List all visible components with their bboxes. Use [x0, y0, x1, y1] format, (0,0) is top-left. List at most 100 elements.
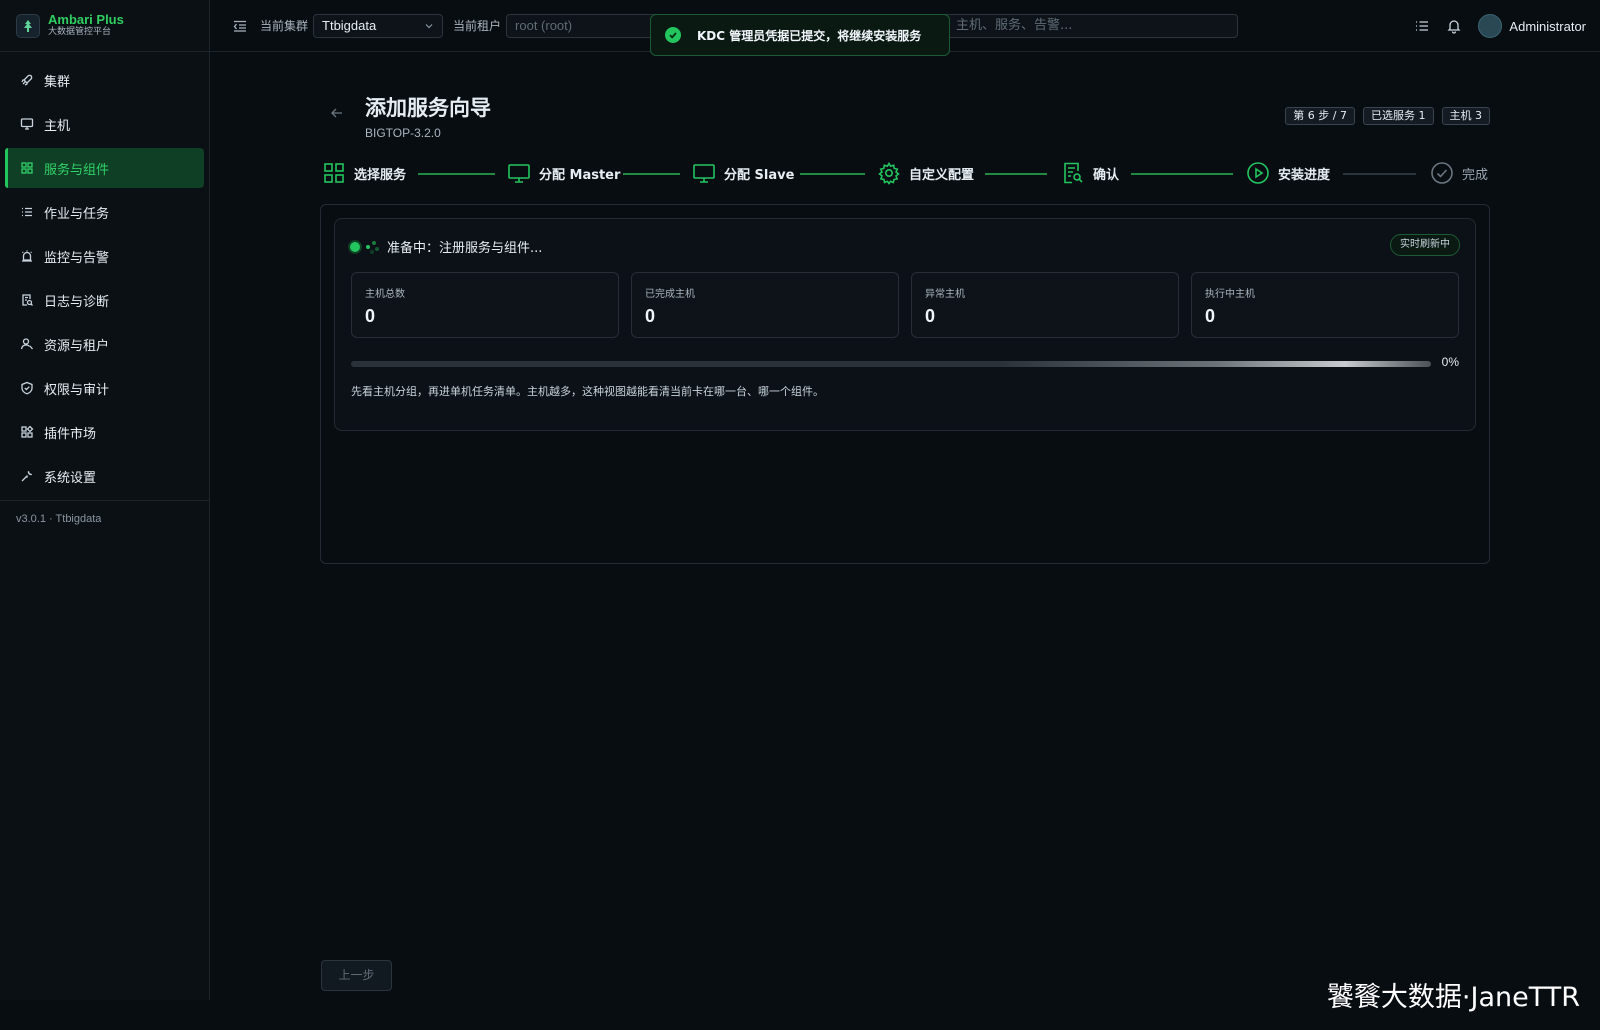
- step-connector: [418, 173, 495, 175]
- step-assign-master[interactable]: 分配 Master: [507, 158, 620, 188]
- sidebar-item-tenants[interactable]: 资源与租户: [5, 324, 204, 364]
- sidebar-item-label: 系统设置: [44, 470, 97, 486]
- step-label: 完成: [1462, 167, 1489, 183]
- sidebar: Ambari Plus 大数据管控平台 集群 主机 服务与组件 作业与任务 监控…: [0, 0, 210, 1000]
- step-label: 确认: [1093, 167, 1120, 183]
- main-content: 添加服务向导 BIGTOP-3.2.0 第 6 步 / 7 已选服务 1 主机 …: [320, 52, 1490, 564]
- install-panel: 准备中：注册服务与组件... 实时刷新中 主机总数 0 已完成主机 0 异常主机…: [320, 204, 1490, 564]
- sidebar-item-audit[interactable]: 权限与审计: [5, 368, 204, 408]
- chevron-down-icon: [424, 21, 434, 31]
- status-row: 准备中：注册服务与组件...: [350, 237, 542, 256]
- prev-step-button[interactable]: 上一步: [321, 960, 392, 991]
- stat-value: 0: [365, 306, 376, 326]
- status-dot-icon: [350, 241, 360, 252]
- rocket-icon: [20, 73, 34, 87]
- cluster-select-value: Ttbigdata: [322, 18, 377, 33]
- alarm-icon: [20, 249, 34, 263]
- sidebar-item-jobs[interactable]: 作业与任务: [5, 192, 204, 232]
- step-label: 选择服务: [354, 167, 407, 183]
- doc-search-icon: [1061, 161, 1085, 185]
- live-refresh-badge: 实时刷新中: [1390, 234, 1460, 256]
- stat-value: 0: [645, 306, 656, 326]
- monitor-icon: [507, 161, 531, 185]
- step-connector: [800, 173, 865, 175]
- step-label: 分配 Slave: [724, 167, 795, 183]
- shield-check-icon: [20, 381, 34, 395]
- status-text: 准备中：注册服务与组件...: [387, 241, 543, 256]
- step-confirm[interactable]: 确认: [1061, 158, 1119, 188]
- progress-hint: 先看主机分组，再进单机任务清单。主机越多，这种视图越能看清当前卡在哪一台、哪一个…: [351, 385, 824, 398]
- stat-total-hosts: 主机总数 0: [351, 272, 619, 338]
- step-label: 自定义配置: [909, 167, 975, 183]
- step-select-services[interactable]: 选择服务: [322, 158, 406, 188]
- page-title: 添加服务向导: [365, 96, 491, 120]
- stat-value: 0: [1205, 306, 1216, 326]
- back-arrow-icon[interactable]: [330, 106, 344, 120]
- stat-value: 0: [925, 306, 936, 326]
- step-connector: [1131, 173, 1233, 175]
- step-count-badge: 第 6 步 / 7: [1285, 107, 1355, 125]
- brand-name: Ambari Plus: [48, 12, 124, 27]
- brand[interactable]: Ambari Plus 大数据管控平台: [0, 0, 209, 52]
- task-list-icon[interactable]: [1414, 18, 1430, 34]
- cluster-label: 当前集群: [260, 19, 309, 33]
- bell-icon[interactable]: [1446, 18, 1462, 34]
- grid-icon: [322, 161, 346, 185]
- sidebar-item-cluster[interactable]: 集群: [5, 60, 204, 100]
- check-circle-icon: [1430, 161, 1454, 185]
- step-custom-config[interactable]: 自定义配置: [877, 158, 974, 188]
- sidebar-item-monitoring[interactable]: 监控与告警: [5, 236, 204, 276]
- page-badges: 第 6 步 / 7 已选服务 1 主机 3: [1277, 107, 1490, 125]
- check-circle-icon: [665, 27, 681, 43]
- sidebar-item-label: 主机: [44, 118, 71, 134]
- sidebar-item-label: 日志与诊断: [44, 294, 110, 310]
- stat-label: 主机总数: [365, 289, 405, 300]
- progress-bar: [351, 361, 1431, 367]
- cluster-select[interactable]: Ttbigdata: [313, 13, 444, 38]
- step-install-progress[interactable]: 安装进度: [1246, 158, 1330, 188]
- monitor-icon: [20, 117, 34, 131]
- watermark: 饕餮大数据·JaneTTR: [1326, 982, 1580, 1013]
- spinner-icon: [365, 240, 381, 254]
- step-complete: 完成: [1430, 158, 1488, 188]
- avatar[interactable]: [1478, 14, 1503, 38]
- brand-logo: [16, 13, 40, 38]
- menu-collapse-icon[interactable]: [232, 18, 248, 34]
- sidebar-item-plugins[interactable]: 插件市场: [5, 412, 204, 452]
- step-connector: [1343, 173, 1416, 175]
- page-subtitle: BIGTOP-3.2.0: [365, 126, 441, 140]
- tenant-label: 当前租户: [453, 19, 502, 33]
- users-icon: [20, 337, 34, 351]
- sidebar-item-hosts[interactable]: 主机: [5, 104, 204, 144]
- step-assign-slave[interactable]: 分配 Slave: [692, 158, 794, 188]
- sidebar-item-label: 服务与组件: [44, 162, 110, 178]
- version-footer: v3.0.1 · Ttbigdata: [0, 500, 209, 537]
- grid-icon: [20, 161, 34, 175]
- wizard-steps: 选择服务 分配 Master 分配 Slave 自定义配置 确认 安装进度 完成: [320, 158, 1490, 188]
- step-label: 分配 Master: [539, 167, 621, 183]
- gear-icon: [877, 161, 901, 185]
- sidebar-item-label: 权限与审计: [44, 382, 110, 398]
- tenant-select-placeholder: root (root): [515, 18, 573, 33]
- user-name[interactable]: Administrator: [1509, 19, 1586, 34]
- play-circle-icon: [1246, 161, 1270, 185]
- apps-icon: [20, 425, 34, 439]
- sidebar-item-settings[interactable]: 系统设置: [5, 456, 204, 496]
- sidebar-item-logs[interactable]: 日志与诊断: [5, 280, 204, 320]
- brand-subtitle: 大数据管控平台: [48, 27, 112, 37]
- list-icon: [20, 205, 34, 219]
- toast-notification: KDC 管理员凭据已提交，将继续安装服务: [650, 14, 950, 56]
- step-connector: [985, 173, 1047, 175]
- toast-text: KDC 管理员凭据已提交，将继续安装服务: [697, 28, 922, 43]
- install-progress-card: 准备中：注册服务与组件... 实时刷新中 主机总数 0 已完成主机 0 异常主机…: [334, 218, 1476, 431]
- monitor-icon: [692, 161, 716, 185]
- stat-label: 执行中主机: [1205, 289, 1255, 300]
- progress-percent: 0%: [1441, 355, 1459, 369]
- sidebar-item-label: 集群: [44, 74, 71, 90]
- sidebar-item-label: 插件市场: [44, 426, 97, 442]
- stat-completed-hosts: 已完成主机 0: [631, 272, 899, 338]
- stat-failed-hosts: 异常主机 0: [911, 272, 1179, 338]
- sidebar-item-services[interactable]: 服务与组件: [5, 148, 204, 188]
- stat-running-hosts: 执行中主机 0: [1191, 272, 1459, 338]
- log-search-icon: [20, 293, 34, 307]
